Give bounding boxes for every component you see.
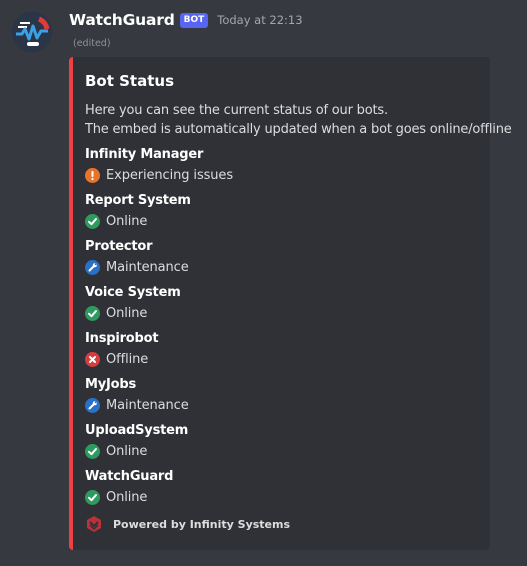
check-icon (85, 443, 100, 459)
field-value: Online (85, 488, 173, 506)
check-icon (85, 305, 100, 321)
warning-icon (85, 167, 100, 183)
field-name: Inspirobot (85, 331, 159, 346)
watchguard-logo-icon (12, 12, 52, 52)
field-value: Maintenance (85, 258, 189, 276)
wrench-icon (85, 259, 100, 275)
embed-field: Report System Online (85, 192, 191, 230)
field-value: Offline (85, 350, 158, 368)
field-status-text: Maintenance (106, 397, 189, 413)
field-value: Online (85, 442, 188, 460)
embed: Bot Status Here you can see the current … (69, 57, 512, 550)
field-name: Voice System (85, 285, 181, 300)
embed-field: MyJobs Maintenance (85, 376, 189, 414)
embed-field: Infinity Manager Experiencing issues (85, 146, 233, 184)
embed-footer: Powered by Infinity Systems (85, 515, 290, 533)
avatar[interactable] (12, 12, 52, 52)
field-name: WatchGuard (85, 469, 174, 484)
check-icon (85, 489, 100, 505)
field-name: Protector (85, 239, 153, 254)
field-value: Online (85, 304, 181, 322)
embed-description-line: Here you can see the current status of o… (85, 103, 388, 118)
bot-tag: BOT (179, 12, 209, 28)
field-status-text: Offline (106, 351, 149, 367)
field-status-text: Online (106, 305, 148, 321)
cross-icon (85, 351, 100, 367)
field-status-text: Online (106, 213, 148, 229)
embed-field: WatchGuard Online (85, 468, 173, 506)
field-value: Experiencing issues (85, 166, 233, 184)
field-status-text: Online (106, 443, 148, 459)
timestamp[interactable]: Today at 22:13 (217, 13, 302, 27)
embed-description-line: The embed is automatically updated when … (85, 122, 512, 137)
embed-title: Bot Status (85, 72, 175, 90)
chat-message: WatchGuard BOT Today at 22:13 (edited) B… (0, 0, 527, 566)
check-icon (85, 213, 100, 229)
embed-description: Here you can see the current status of o… (85, 101, 512, 139)
wrench-icon (85, 397, 100, 413)
username[interactable]: WatchGuard (69, 11, 175, 29)
field-name: Infinity Manager (85, 147, 204, 162)
field-name: MyJobs (85, 377, 137, 392)
embed-field: Protector Maintenance (85, 238, 189, 276)
field-value: Online (85, 212, 191, 230)
embed-field: Inspirobot Offline (85, 330, 159, 368)
field-status-text: Experiencing issues (106, 167, 234, 183)
field-name: UploadSystem (85, 423, 189, 438)
footer-text: Powered by Infinity Systems (113, 517, 291, 531)
field-status-text: Online (106, 489, 148, 505)
embed-field: UploadSystem Online (85, 422, 188, 460)
field-status-text: Maintenance (106, 259, 189, 275)
field-name: Report System (85, 193, 191, 208)
edited-label: (edited) (73, 38, 111, 49)
infinity-logo-icon (85, 515, 103, 533)
message-header: WatchGuard BOT Today at 22:13 (69, 10, 303, 30)
field-value: Maintenance (85, 396, 189, 414)
embed-field: Voice System Online (85, 284, 181, 322)
